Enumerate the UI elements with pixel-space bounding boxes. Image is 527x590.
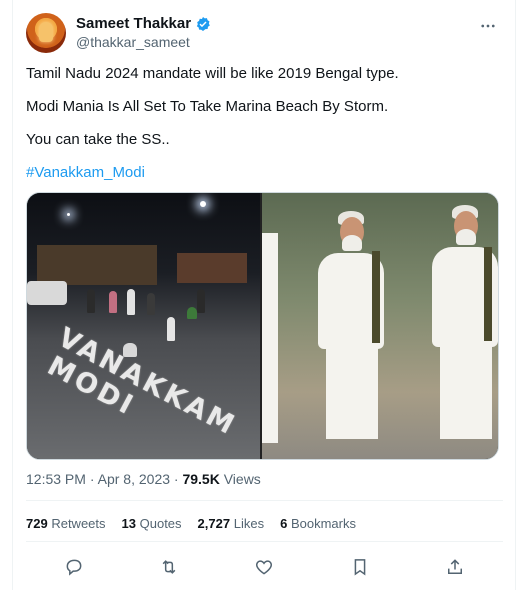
- figure-dhoti: [326, 343, 378, 439]
- person: [147, 293, 155, 315]
- tweet-actions: [26, 556, 503, 578]
- avatar-deity-figure: [39, 22, 53, 42]
- flag: [187, 307, 197, 319]
- reply-icon[interactable]: [63, 556, 85, 578]
- tweet-card: Sameet Thakkar @thakkar_sameet Tamil Nad…: [12, 0, 516, 590]
- quotes-stat[interactable]: 13 Quotes: [122, 516, 182, 531]
- figure-partial: [262, 233, 278, 443]
- bookmarks-label: Bookmarks: [290, 516, 356, 531]
- views-label: Views: [223, 471, 261, 487]
- avatar[interactable]: [26, 13, 66, 53]
- building: [37, 245, 157, 285]
- author-name-row: Sameet Thakkar: [76, 15, 211, 32]
- views-count: 79.5K: [182, 471, 220, 487]
- tweet-media[interactable]: VANAKKAM MODI: [26, 192, 499, 460]
- share-icon[interactable]: [444, 556, 466, 578]
- person: [109, 291, 117, 313]
- retweets-stat[interactable]: 729 Retweets: [26, 516, 106, 531]
- tweet-header: Sameet Thakkar @thakkar_sameet: [26, 13, 503, 57]
- street-painting-text: VANAKKAM MODI: [39, 322, 261, 459]
- likes-stat[interactable]: 2,727 Likes: [198, 516, 265, 531]
- modi-photo[interactable]: [262, 193, 498, 459]
- quotes-label: Quotes: [139, 516, 182, 531]
- tweet-stats: 729 Retweets 13 Quotes 2,727 Likes 6 Boo…: [26, 516, 356, 531]
- figure-beard: [456, 229, 476, 245]
- meta-separator: ·: [89, 471, 95, 487]
- figure-beard: [342, 235, 362, 251]
- streetlight: [67, 213, 70, 216]
- streetlight: [200, 201, 206, 207]
- figure-stole: [484, 247, 492, 343]
- person: [167, 317, 175, 341]
- author-handle[interactable]: @thakkar_sameet: [76, 34, 190, 50]
- hashtag-link[interactable]: #Vanakkam_Modi: [26, 163, 145, 183]
- likes-label: Likes: [233, 516, 265, 531]
- person: [197, 289, 205, 313]
- heart-icon[interactable]: [253, 556, 275, 578]
- more-horizontal-icon[interactable]: [479, 17, 497, 40]
- building: [177, 253, 247, 283]
- likes-count: 2,727: [197, 516, 231, 531]
- person: [87, 289, 95, 313]
- meta-separator: ·: [173, 471, 179, 487]
- bookmarks-stat[interactable]: 6 Bookmarks: [280, 516, 356, 531]
- bookmarks-count: 6: [280, 516, 288, 531]
- retweet-icon[interactable]: [158, 556, 180, 578]
- quotes-count: 13: [121, 516, 136, 531]
- bookmark-icon[interactable]: [349, 556, 371, 578]
- tweet-text-line-2: Modi Mania Is All Set To Take Marina Bea…: [26, 98, 389, 115]
- retweets-label: Retweets: [51, 516, 106, 531]
- tweet-meta: 12:53 PM · Apr 8, 2023 · 79.5K Views: [26, 471, 261, 487]
- tweet-text-line-1: Tamil Nadu 2024 mandate will be like 201…: [26, 65, 399, 82]
- author-name[interactable]: Sameet Thakkar: [76, 15, 191, 32]
- divider: [26, 541, 503, 542]
- person: [127, 289, 135, 315]
- divider: [26, 500, 503, 501]
- figure-dhoti: [440, 341, 492, 439]
- street-photo[interactable]: VANAKKAM MODI: [27, 193, 260, 459]
- tweet-text-line-3: You can take the SS..: [26, 131, 170, 148]
- verified-badge-icon: [195, 16, 211, 32]
- figure-stole: [372, 251, 380, 343]
- tweet-date[interactable]: Apr 8, 2023: [98, 471, 170, 487]
- car: [27, 281, 67, 305]
- tweet-time[interactable]: 12:53 PM: [26, 471, 86, 487]
- retweets-count: 729: [26, 516, 48, 531]
